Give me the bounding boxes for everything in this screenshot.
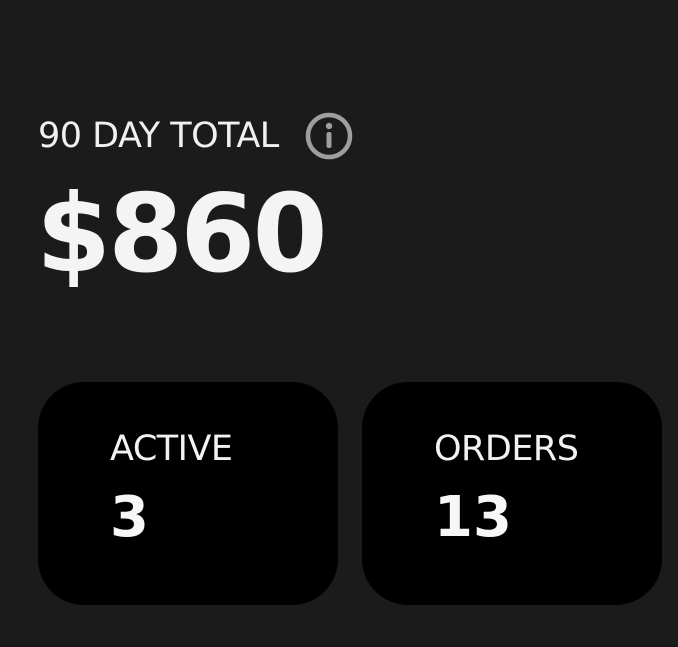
orders-label: ORDERS <box>434 429 579 469</box>
active-stat-card[interactable]: ACTIVE 3 <box>38 382 338 605</box>
total-label: 90 DAY TOTAL <box>38 115 279 156</box>
active-label: ACTIVE <box>110 429 233 469</box>
info-icon[interactable] <box>304 111 354 161</box>
orders-stat-card[interactable]: ORDERS 13 <box>362 382 662 605</box>
total-header: 90 DAY TOTAL <box>38 110 354 162</box>
orders-value: 13 <box>434 485 512 550</box>
active-value: 3 <box>110 485 149 550</box>
total-amount: $860 <box>36 172 328 297</box>
